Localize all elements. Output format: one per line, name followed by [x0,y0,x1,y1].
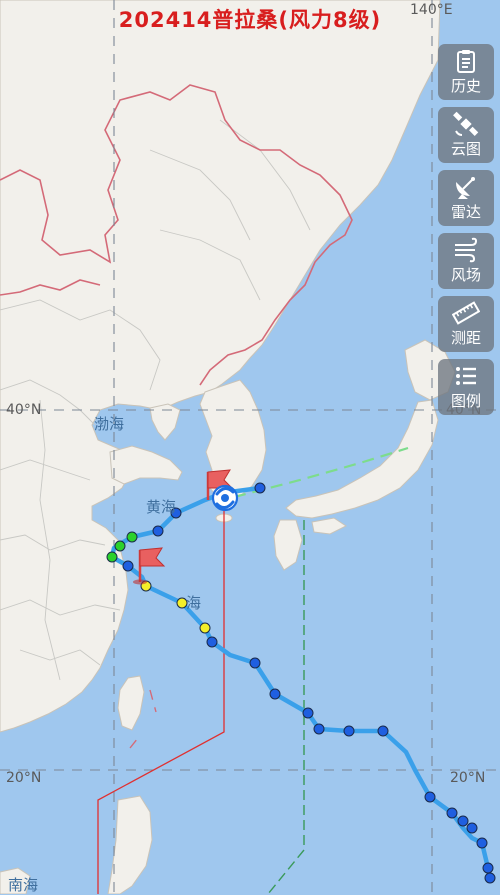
track-point[interactable] [249,657,261,669]
track-point[interactable] [126,531,138,543]
track-point[interactable] [457,815,469,827]
list-icon [451,363,481,389]
legend-button[interactable]: 图例 [438,359,494,415]
sea-label-bohai: 渤海 [94,415,125,433]
wind-icon [451,237,481,263]
map-toolbar: 历史 云图 雷达 风场 测距 图例 [438,44,494,422]
clipboard-icon [451,48,481,74]
track-point[interactable] [313,723,325,735]
track-point[interactable] [446,807,458,819]
sea-label-huanghai: 黄海 [146,498,177,516]
track-point[interactable] [343,725,355,737]
satellite-icon [451,111,481,137]
track-point[interactable] [484,872,496,884]
track-point[interactable] [424,791,436,803]
history-label: 历史 [450,77,481,95]
history-button[interactable]: 历史 [438,44,494,100]
radar-dish-icon [451,174,481,200]
track-point[interactable] [482,862,494,874]
track-point[interactable] [377,725,389,737]
sea-label-nanhai: 南海 [8,876,39,894]
cloud-image-label: 云图 [450,140,481,158]
lon-140-label: 140°E [410,2,453,18]
track-point[interactable] [466,822,478,834]
radar-label: 雷达 [450,203,481,221]
track-point[interactable] [206,636,218,648]
track-point[interactable] [199,622,211,634]
track-point[interactable] [302,707,314,719]
ruler-icon [451,300,481,326]
typhoon-track-map[interactable] [0,0,500,894]
track-point[interactable] [269,688,281,700]
track-point[interactable] [114,540,126,552]
lat-20-label-left: 20°N [6,770,42,786]
sea-label-donghai: 海 [186,594,202,612]
lat-20-label-right: 20°N [450,770,486,786]
radar-button[interactable]: 雷达 [438,170,494,226]
forecast-point[interactable] [254,482,266,494]
wind-field-button[interactable]: 风场 [438,233,494,289]
measure-distance-button[interactable]: 测距 [438,296,494,352]
measure-distance-label: 测距 [450,329,481,347]
track-point[interactable] [152,525,164,537]
wind-field-label: 风场 [450,266,481,284]
track-point[interactable] [106,551,118,563]
legend-label: 图例 [450,392,481,410]
lat-40-label-left: 40°N [6,402,42,418]
typhoon-current-icon[interactable] [211,484,239,512]
track-point[interactable] [476,837,488,849]
cloud-image-button[interactable]: 云图 [438,107,494,163]
track-point[interactable] [122,560,134,572]
